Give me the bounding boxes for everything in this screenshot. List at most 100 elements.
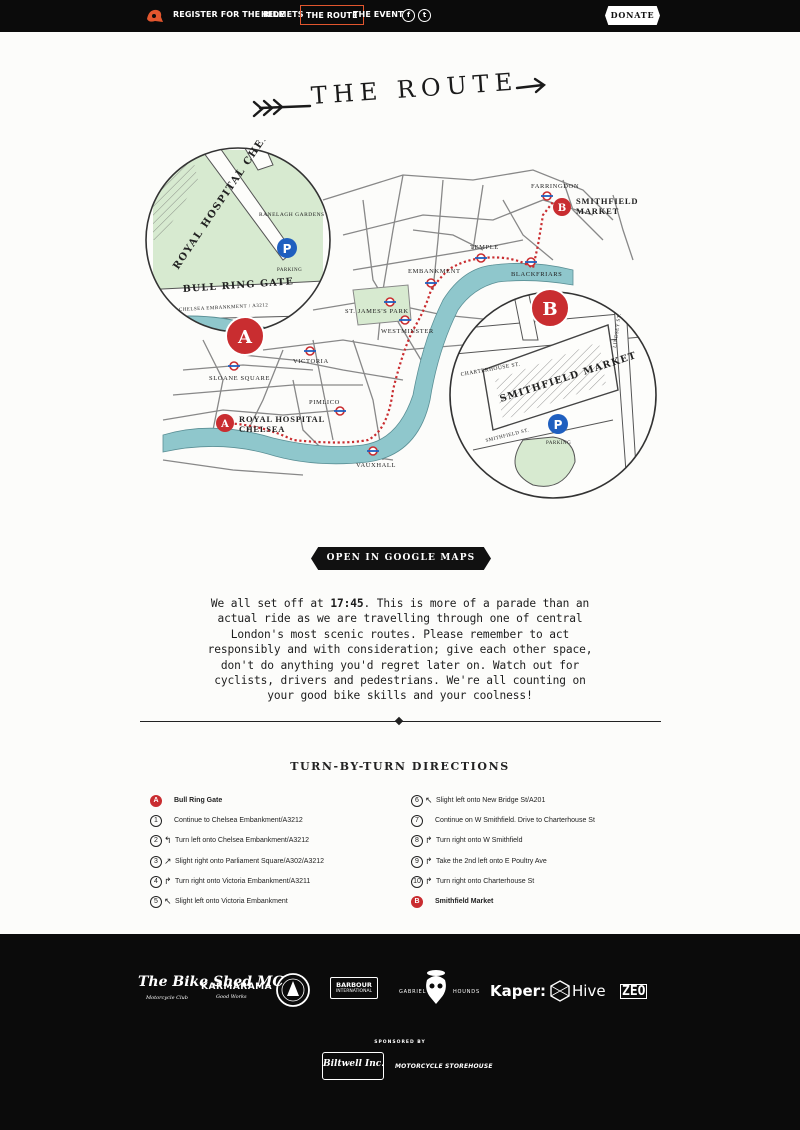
step-text: Smithfield Market — [435, 897, 494, 905]
step-text: Continue on W Smithfield. Drive to Chart… — [435, 817, 595, 825]
step-number-badge: A — [150, 795, 162, 807]
direction-step: 9 ↱ Take the 2nd left onto E Poultry Ave — [411, 854, 651, 874]
step-text: Turn right onto Victoria Embankment/A321… — [175, 877, 311, 885]
end-marker-letter: B — [558, 203, 566, 214]
start-label-2: CHELSEA — [239, 424, 285, 434]
end-marker[interactable]: B SMITHFIELD MARKET — [553, 196, 638, 216]
donate-button[interactable]: DONATE — [605, 6, 660, 25]
station-victoria: VICTORIA — [293, 358, 329, 365]
step-number-badge: B — [411, 895, 423, 908]
step-number-badge: 1 — [150, 815, 162, 828]
step-number-badge: 8 — [411, 835, 423, 848]
end-label-1: SMITHFIELD — [576, 196, 638, 206]
parking-b-icon: P — [554, 418, 563, 432]
direction-step: 7 Continue on W Smithfield. Drive to Char… — [411, 813, 651, 833]
page-title: THE ROUTE — [310, 67, 520, 110]
sponsor-zeo[interactable]: ZEO — [620, 984, 648, 999]
arrow-tail-icon — [252, 98, 312, 118]
end-label-2: MARKET — [576, 206, 619, 216]
station-vauxhall: VAUXHALL — [356, 462, 396, 469]
step-text: Bull Ring Gate — [174, 797, 223, 804]
hounds-skull-icon[interactable] — [421, 968, 451, 1008]
turn-arrow-icon: ↱ — [425, 855, 433, 866]
parking-a-icon: P — [283, 242, 292, 256]
open-google-maps-button[interactable]: OPEN IN GOOGLE MAPS — [311, 547, 491, 570]
inset-a-marker: A — [237, 327, 253, 348]
direction-step: A Bull Ring Gate — [150, 793, 390, 813]
sponsored-by-label: SPONSORED BY — [374, 1040, 426, 1045]
station-sloane-square: SLOANE SQUARE — [209, 375, 270, 382]
direction-step: B Smithfield Market — [411, 894, 651, 914]
sponsor-barbour-sub: INTERNATIONAL — [335, 989, 373, 994]
station-temple: TEMPLE — [470, 244, 499, 251]
route-map[interactable]: FARRINGDON TEMPLE BLACKFRIARS EMBANKMENT… — [143, 140, 663, 525]
start-marker-letter: A — [220, 419, 229, 430]
facebook-icon[interactable]: f — [402, 9, 415, 22]
step-text: Slight left onto New Bridge St/A201 — [436, 797, 546, 804]
sponsor-hounds[interactable]: HOUNDS — [453, 989, 480, 995]
direction-step: 5 ↖ Slight left onto Victoria Embankment — [150, 894, 390, 914]
inset-b-parking-label: PARKING — [546, 441, 571, 446]
step-number-badge: 5 — [150, 895, 162, 908]
turn-arrow-icon: ↖ — [164, 895, 172, 906]
inset-b-marker: B — [542, 299, 557, 320]
direction-step: 3 ↗ Slight right onto Parliament Square/A3… — [150, 854, 390, 874]
direction-step: 4 ↱ Turn right onto Victoria Embankment/A3… — [150, 874, 390, 894]
step-number-badge: 6 — [411, 795, 423, 807]
ride-description: We all set off at 17:45. This is more of… — [200, 596, 600, 704]
sponsor-kaper[interactable]: Kaper: — [490, 982, 546, 1000]
inset-a-parking-label: PARKING — [277, 268, 302, 273]
step-number-badge: 4 — [150, 875, 162, 888]
step-text: Turn left onto Chelsea Embankment/A3212 — [175, 837, 309, 845]
sponsor-barbour-box[interactable]: BARBOUR INTERNATIONAL — [330, 977, 378, 999]
direction-step: 6 ↖ Slight left onto New Bridge St/A201 — [411, 793, 651, 813]
direction-step: 10 ↱ Turn right onto Charterhouse St — [411, 874, 651, 894]
inset-a-ranelagh: RANELAGH GARDENS — [259, 212, 325, 218]
divider-ornament — [394, 716, 404, 726]
sponsor-badge-icon[interactable] — [275, 972, 311, 1008]
step-number-badge: 7 — [411, 815, 423, 828]
step-text: Continue to Chelsea Embankment/A3212 — [174, 817, 303, 825]
station-blackfriars: BLACKFRIARS — [511, 271, 562, 278]
step-text: Slight left onto Victoria Embankment — [175, 897, 288, 905]
sponsor-biltwell: Biltwell Inc. — [323, 1059, 385, 1069]
biltwell-logo[interactable]: Biltwell Inc. — [322, 1052, 384, 1080]
direction-step: 8 ↱ Turn right onto W Smithfield — [411, 833, 651, 853]
step-text: Turn right onto Charterhouse St — [436, 877, 535, 885]
page-heading: THE ROUTE — [250, 68, 550, 132]
station-st-james-park: ST. JAMES'S PARK — [345, 308, 409, 315]
twitter-icon[interactable]: t — [418, 9, 431, 22]
nav-helmets[interactable]: HELMETS — [261, 10, 304, 19]
directions-heading: TURN-BY-TURN DIRECTIONS — [290, 760, 510, 773]
turn-arrow-icon: ↗ — [164, 855, 172, 866]
sponsor-motorcycle-storehouse[interactable]: MOTORCYCLE STOREHOUSE — [395, 1063, 493, 1070]
footer-sponsors: The Bike Shed MC Motorcycle Club KARMARA… — [0, 934, 800, 1130]
step-text: Take the 2nd left onto E Poultry Ave — [436, 857, 547, 865]
turn-arrow-icon: ↰ — [164, 835, 172, 846]
nav-the-event[interactable]: THE EVENT — [353, 10, 404, 19]
sponsor-karmarama-sub: Good Works — [216, 994, 247, 1000]
sponsor-karmarama[interactable]: KARMARAMA — [201, 982, 272, 992]
arrow-head-icon — [515, 77, 546, 94]
sponsor-hive[interactable]: Hive — [572, 982, 606, 1000]
logo-icon[interactable] — [143, 5, 165, 27]
turn-arrow-icon: ↱ — [164, 875, 172, 886]
start-label-1: ROYAL HOSPITAL — [239, 414, 325, 424]
directions-list-left: A Bull Ring Gate 1 Continue to Chelsea Emba… — [150, 793, 390, 914]
station-pimlico: PIMLICO — [309, 399, 340, 406]
station-farringdon: FARRINGDON — [531, 183, 579, 190]
step-number-badge: 10 — [411, 875, 423, 888]
description-intro: We all set off at — [210, 597, 331, 610]
turn-arrow-icon: ↱ — [425, 875, 433, 886]
station-westminster: WESTMINSTER — [381, 328, 434, 335]
directions-list-right: 6 ↖ Slight left onto New Bridge St/A201 7 Co… — [411, 793, 651, 914]
station-embankment: EMBANKMENT — [408, 268, 461, 275]
direction-step: 1 Continue to Chelsea Embankment/A3212 — [150, 813, 390, 833]
top-nav: REGISTER FOR THE RIDE HELMETS THE ROUTE … — [0, 0, 800, 32]
hive-hexagon-icon — [550, 980, 570, 1002]
sponsor-bike-shed-sub: Motorcycle Club — [146, 995, 188, 1001]
step-number-badge: 2 — [150, 835, 162, 848]
description-body: . This is more of a parade than an actua… — [207, 597, 593, 703]
direction-step: 2 ↰ Turn left onto Chelsea Embankment/A321… — [150, 833, 390, 853]
turn-arrow-icon: ↱ — [425, 835, 433, 846]
